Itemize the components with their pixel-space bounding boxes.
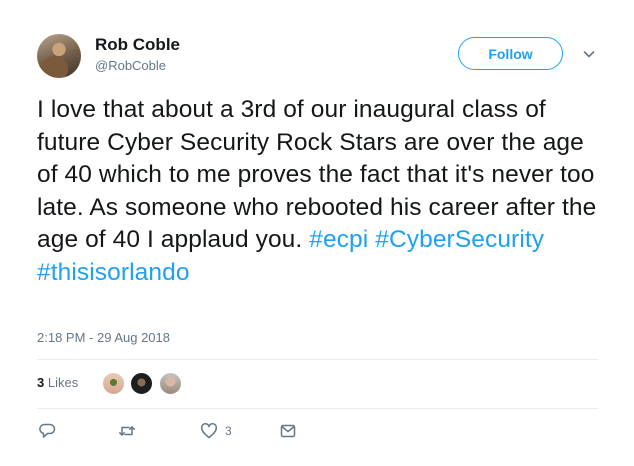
envelope-icon — [280, 424, 296, 438]
reply-button[interactable] — [38, 422, 56, 440]
divider — [37, 408, 598, 409]
hashtag-link[interactable]: #CyberSecurity — [375, 226, 544, 253]
tweet-text: I love that about a 3rd of our inaugural… — [37, 94, 607, 289]
user-name[interactable]: Rob Coble — [95, 35, 180, 55]
direct-message-button[interactable] — [279, 422, 297, 440]
divider — [37, 359, 598, 360]
likes-label: Likes — [47, 375, 79, 390]
like-button[interactable]: 3 — [200, 422, 232, 440]
like-count: 3 — [225, 424, 232, 438]
liker-avatar[interactable] — [130, 372, 153, 395]
likes-count: 3 — [37, 375, 45, 390]
likes-link[interactable]: 3 Likes — [37, 375, 78, 390]
avatar[interactable] — [37, 34, 81, 78]
hashtag-link[interactable]: #thisisorlando — [37, 259, 190, 286]
timestamp[interactable]: 2:18 PM - 29 Aug 2018 — [37, 330, 170, 345]
liker-avatar[interactable] — [159, 372, 182, 395]
user-handle[interactable]: @RobCoble — [95, 58, 166, 73]
chevron-down-icon[interactable] — [581, 46, 597, 62]
hashtag-link[interactable]: #ecpi — [309, 226, 368, 253]
follow-button[interactable]: Follow — [458, 37, 563, 70]
heart-icon — [201, 423, 217, 439]
retweet-icon — [119, 426, 135, 436]
retweet-button[interactable] — [118, 422, 136, 440]
reply-icon — [39, 423, 56, 438]
liker-avatar[interactable] — [102, 372, 125, 395]
